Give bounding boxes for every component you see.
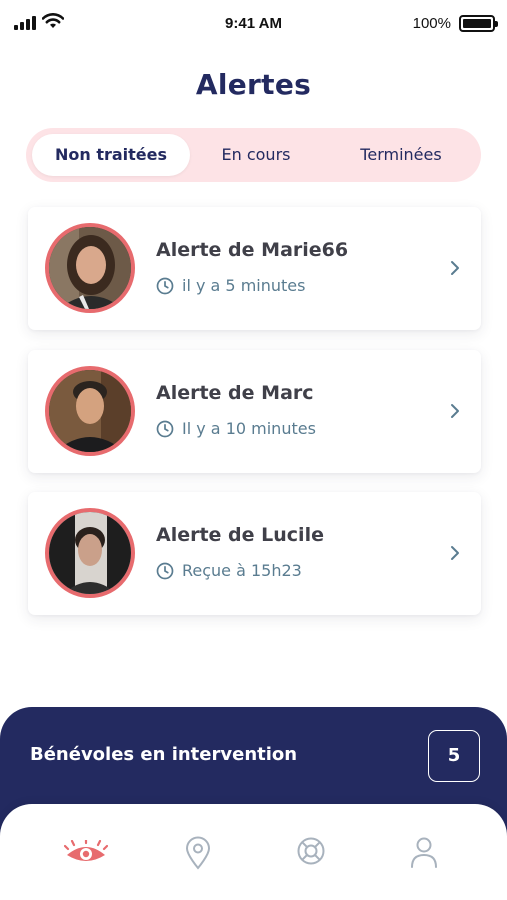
clock-icon xyxy=(156,277,174,294)
bottom-tab-bar xyxy=(0,804,507,900)
eye-icon[interactable] xyxy=(64,840,108,866)
status-bar: 9:41 AM 100% xyxy=(0,0,507,46)
alert-time-text: Il y a 10 minutes xyxy=(182,419,316,438)
chevron-right-icon xyxy=(451,546,459,560)
lifebuoy-icon[interactable] xyxy=(296,836,326,866)
alert-title: Alerte de Lucile xyxy=(156,524,324,546)
clock-icon xyxy=(156,562,174,579)
alert-card-lucile[interactable]: Alerte de Lucile Reçue à 15h23 xyxy=(28,492,481,615)
avatar xyxy=(45,508,135,598)
alert-title: Alerte de Marie66 xyxy=(156,239,349,261)
battery-icon xyxy=(459,15,498,32)
chevron-right-icon xyxy=(451,404,459,418)
alert-timestamp: il y a 5 minutes xyxy=(156,276,305,295)
alert-title: Alerte de Marc xyxy=(156,382,314,404)
alert-card-marie66[interactable]: Alerte de Marie66 il y a 5 minutes xyxy=(28,207,481,330)
volunteers-label: Bénévoles en intervention xyxy=(30,744,298,765)
battery-percent: 100% xyxy=(412,15,451,32)
clock-icon xyxy=(156,420,174,437)
tab-terminees[interactable]: Terminées xyxy=(326,134,476,176)
alert-time-text: Reçue à 15h23 xyxy=(182,561,302,580)
alert-status-tabs: Non traitées En cours Terminées xyxy=(26,128,481,182)
location-pin-icon[interactable] xyxy=(184,836,212,870)
avatar xyxy=(45,366,135,456)
alert-card-marc[interactable]: Alerte de Marc Il y a 10 minutes xyxy=(28,350,481,473)
chevron-right-icon xyxy=(451,261,459,275)
tab-non-traitees[interactable]: Non traitées xyxy=(32,134,190,176)
alert-timestamp: Reçue à 15h23 xyxy=(156,561,302,580)
page-title: Alertes xyxy=(195,68,312,101)
volunteers-count-badge: 5 xyxy=(428,730,480,782)
tab-en-cours[interactable]: En cours xyxy=(194,134,318,176)
alert-timestamp: Il y a 10 minutes xyxy=(156,419,316,438)
profile-icon[interactable] xyxy=(410,836,438,868)
alert-time-text: il y a 5 minutes xyxy=(182,276,306,295)
avatar xyxy=(45,223,135,313)
